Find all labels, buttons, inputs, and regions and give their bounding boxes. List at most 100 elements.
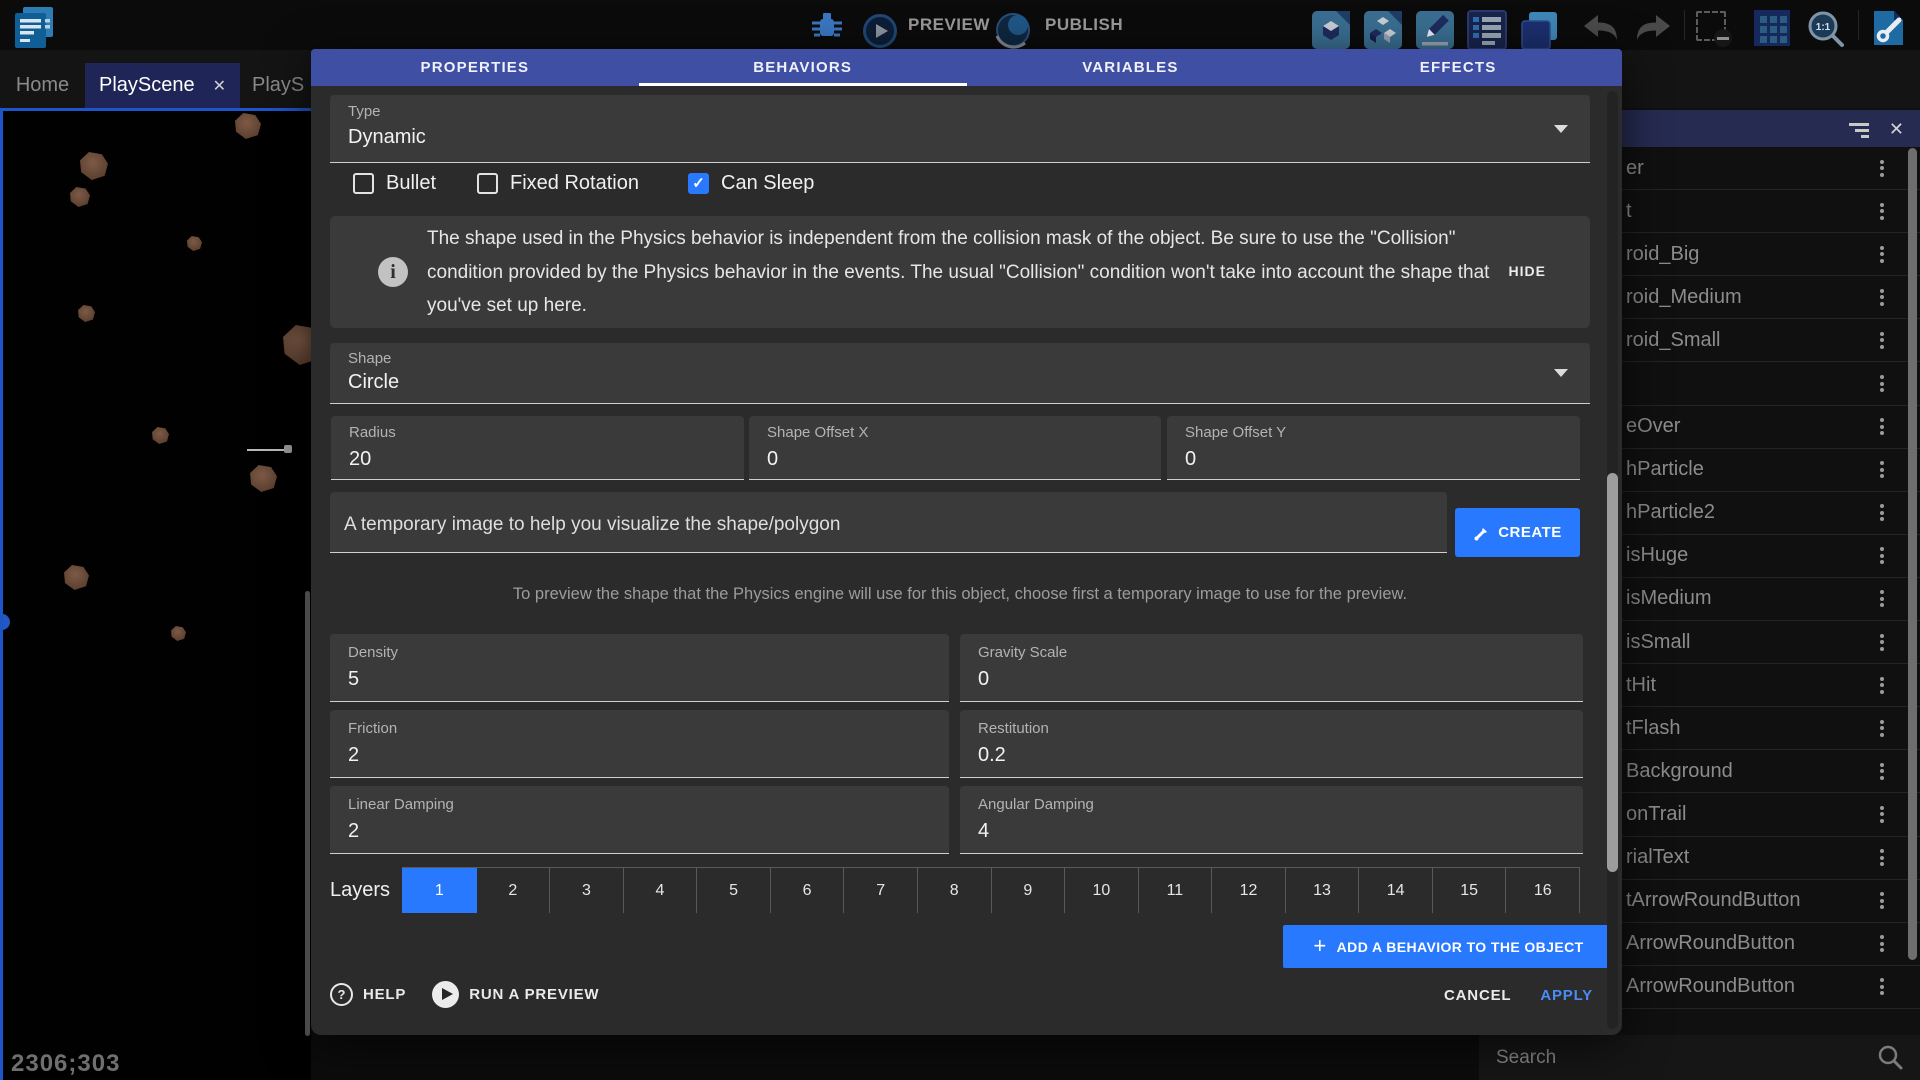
asteroid-sprite[interactable] — [171, 626, 186, 641]
dialog-scrollbar-thumb[interactable] — [1607, 473, 1618, 872]
item-menu-icon[interactable] — [1880, 976, 1884, 998]
tab-properties[interactable]: PROPERTIES — [311, 49, 639, 86]
asteroid-sprite[interactable] — [283, 325, 311, 365]
tab-close-icon[interactable]: ✕ — [213, 76, 226, 96]
layer-button-9[interactable]: 9 — [992, 868, 1066, 913]
publish-label[interactable]: PUBLISH — [1045, 15, 1123, 35]
asteroid-sprite[interactable] — [80, 152, 108, 180]
bullet-checkbox[interactable] — [353, 173, 374, 194]
apply-button[interactable]: APPLY — [1540, 987, 1593, 1004]
type-select[interactable]: Type Dynamic — [330, 95, 1590, 163]
item-menu-icon[interactable] — [1880, 243, 1884, 265]
project-manager-icon[interactable] — [12, 5, 56, 49]
fixed-rotation-checkbox-group[interactable]: Fixed Rotation — [477, 171, 639, 195]
item-menu-icon[interactable] — [1880, 200, 1884, 222]
layer-button-7[interactable]: 7 — [844, 868, 918, 913]
chevron-down-icon[interactable] — [1554, 369, 1568, 377]
density-field[interactable]: Density 5 — [330, 634, 949, 702]
gravity-scale-field[interactable]: Gravity Scale 0 — [960, 634, 1583, 702]
asteroid-sprite[interactable] — [235, 113, 261, 139]
dialog-scrollbar[interactable] — [1607, 91, 1618, 1029]
canvas-vertical-scrollbar[interactable] — [305, 591, 310, 1036]
preview-label[interactable]: PREVIEW — [908, 15, 990, 35]
tools-icon[interactable] — [1868, 8, 1908, 48]
temp-image-field[interactable]: A temporary image to help you visualize … — [330, 492, 1447, 553]
layer-button-3[interactable]: 3 — [550, 868, 624, 913]
layer-button-11[interactable]: 11 — [1139, 868, 1213, 913]
layer-button-6[interactable]: 6 — [771, 868, 845, 913]
shape-offset-x-field[interactable]: Shape Offset X 0 — [749, 416, 1161, 480]
tab-effects[interactable]: EFFECTS — [1294, 49, 1622, 86]
can-sleep-checkbox-group[interactable]: Can Sleep — [688, 171, 814, 195]
item-menu-icon[interactable] — [1880, 890, 1884, 912]
events-sheet-icon[interactable] — [1466, 9, 1508, 51]
help-icon[interactable] — [330, 983, 353, 1006]
asteroid-sprite[interactable] — [187, 236, 202, 251]
create-button[interactable]: CREATE — [1455, 508, 1580, 557]
item-menu-icon[interactable] — [1880, 803, 1884, 825]
zoom-1-1-icon[interactable]: 1:1 — [1806, 9, 1846, 49]
item-menu-icon[interactable] — [1880, 674, 1884, 696]
item-menu-icon[interactable] — [1880, 286, 1884, 308]
tab-playscene2[interactable]: PlayS — [252, 63, 312, 108]
angular-damping-field[interactable]: Angular Damping 4 — [960, 786, 1583, 854]
layer-button-16[interactable]: 16 — [1506, 868, 1580, 913]
layers-panel-icon[interactable] — [1518, 9, 1560, 51]
scene-edit-icon[interactable] — [1414, 9, 1456, 51]
search-row[interactable]: Search — [1479, 1035, 1920, 1080]
run-preview-button[interactable]: RUN A PREVIEW — [469, 986, 599, 1003]
deselect-icon[interactable] — [1696, 11, 1726, 41]
layer-button-10[interactable]: 10 — [1065, 868, 1139, 913]
tab-home[interactable]: Home — [0, 63, 85, 108]
item-menu-icon[interactable] — [1880, 545, 1884, 567]
close-icon[interactable]: ✕ — [1889, 120, 1904, 138]
scene-canvas[interactable]: 2306;303 — [0, 108, 311, 1080]
linear-damping-field[interactable]: Linear Damping 2 — [330, 786, 949, 854]
chevron-down-icon[interactable] — [1554, 125, 1568, 133]
asteroid-sprite[interactable] — [64, 565, 89, 590]
fixed-rotation-checkbox[interactable] — [477, 173, 498, 194]
layer-button-5[interactable]: 5 — [697, 868, 771, 913]
can-sleep-checkbox[interactable] — [688, 173, 709, 194]
layer-button-8[interactable]: 8 — [918, 868, 992, 913]
bullet-checkbox-group[interactable]: Bullet — [353, 171, 436, 195]
undo-icon[interactable] — [1582, 14, 1622, 40]
item-menu-icon[interactable] — [1880, 631, 1884, 653]
asteroid-sprite[interactable] — [250, 465, 277, 492]
layer-button-2[interactable]: 2 — [477, 868, 551, 913]
redo-icon[interactable] — [1632, 14, 1672, 40]
friction-field[interactable]: Friction 2 — [330, 710, 949, 778]
hide-button[interactable]: HIDE — [1509, 263, 1546, 279]
shape-select[interactable]: Shape Circle — [330, 343, 1590, 404]
item-menu-icon[interactable] — [1880, 373, 1884, 395]
filter-icon[interactable] — [1849, 120, 1869, 138]
layer-button-1[interactable]: 1 — [402, 868, 477, 913]
item-menu-icon[interactable] — [1880, 157, 1884, 179]
asteroid-sprite[interactable] — [78, 305, 95, 322]
sidebar-scrollbar[interactable] — [1908, 148, 1917, 960]
preview-play-icon[interactable] — [862, 13, 898, 49]
run-preview-icon[interactable] — [432, 981, 459, 1008]
item-menu-icon[interactable] — [1880, 760, 1884, 782]
layer-button-14[interactable]: 14 — [1359, 868, 1433, 913]
layer-button-4[interactable]: 4 — [624, 868, 698, 913]
layer-button-12[interactable]: 12 — [1212, 868, 1286, 913]
objects-group-icon[interactable] — [1362, 9, 1404, 51]
item-menu-icon[interactable] — [1880, 329, 1884, 351]
item-menu-icon[interactable] — [1880, 502, 1884, 524]
radius-field[interactable]: Radius 20 — [331, 416, 744, 480]
restitution-field[interactable]: Restitution 0.2 — [960, 710, 1583, 778]
layer-button-13[interactable]: 13 — [1286, 868, 1360, 913]
item-menu-icon[interactable] — [1880, 459, 1884, 481]
tab-variables[interactable]: VARIABLES — [967, 49, 1295, 86]
item-menu-icon[interactable] — [1880, 933, 1884, 955]
item-menu-icon[interactable] — [1880, 416, 1884, 438]
asteroid-sprite[interactable] — [152, 427, 169, 444]
tab-playscene[interactable]: PlayScene ✕ — [85, 63, 240, 108]
item-menu-icon[interactable] — [1880, 717, 1884, 739]
item-menu-icon[interactable] — [1880, 847, 1884, 869]
debug-icon[interactable] — [806, 11, 848, 43]
item-menu-icon[interactable] — [1880, 588, 1884, 610]
asteroid-sprite[interactable] — [70, 187, 90, 207]
guide-line-handle[interactable] — [284, 445, 292, 453]
